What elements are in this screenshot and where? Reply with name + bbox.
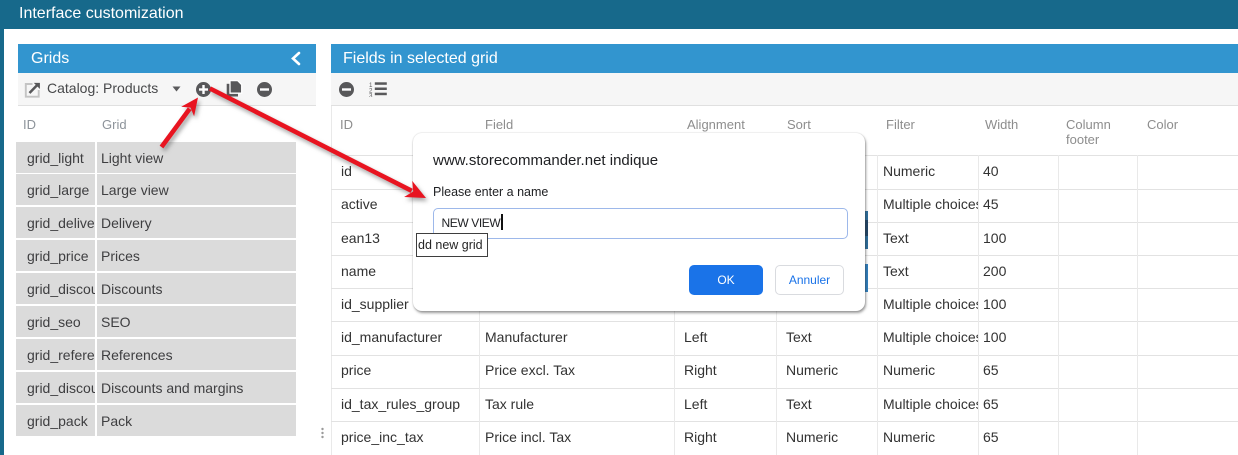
svg-text:3: 3 [369, 92, 373, 97]
